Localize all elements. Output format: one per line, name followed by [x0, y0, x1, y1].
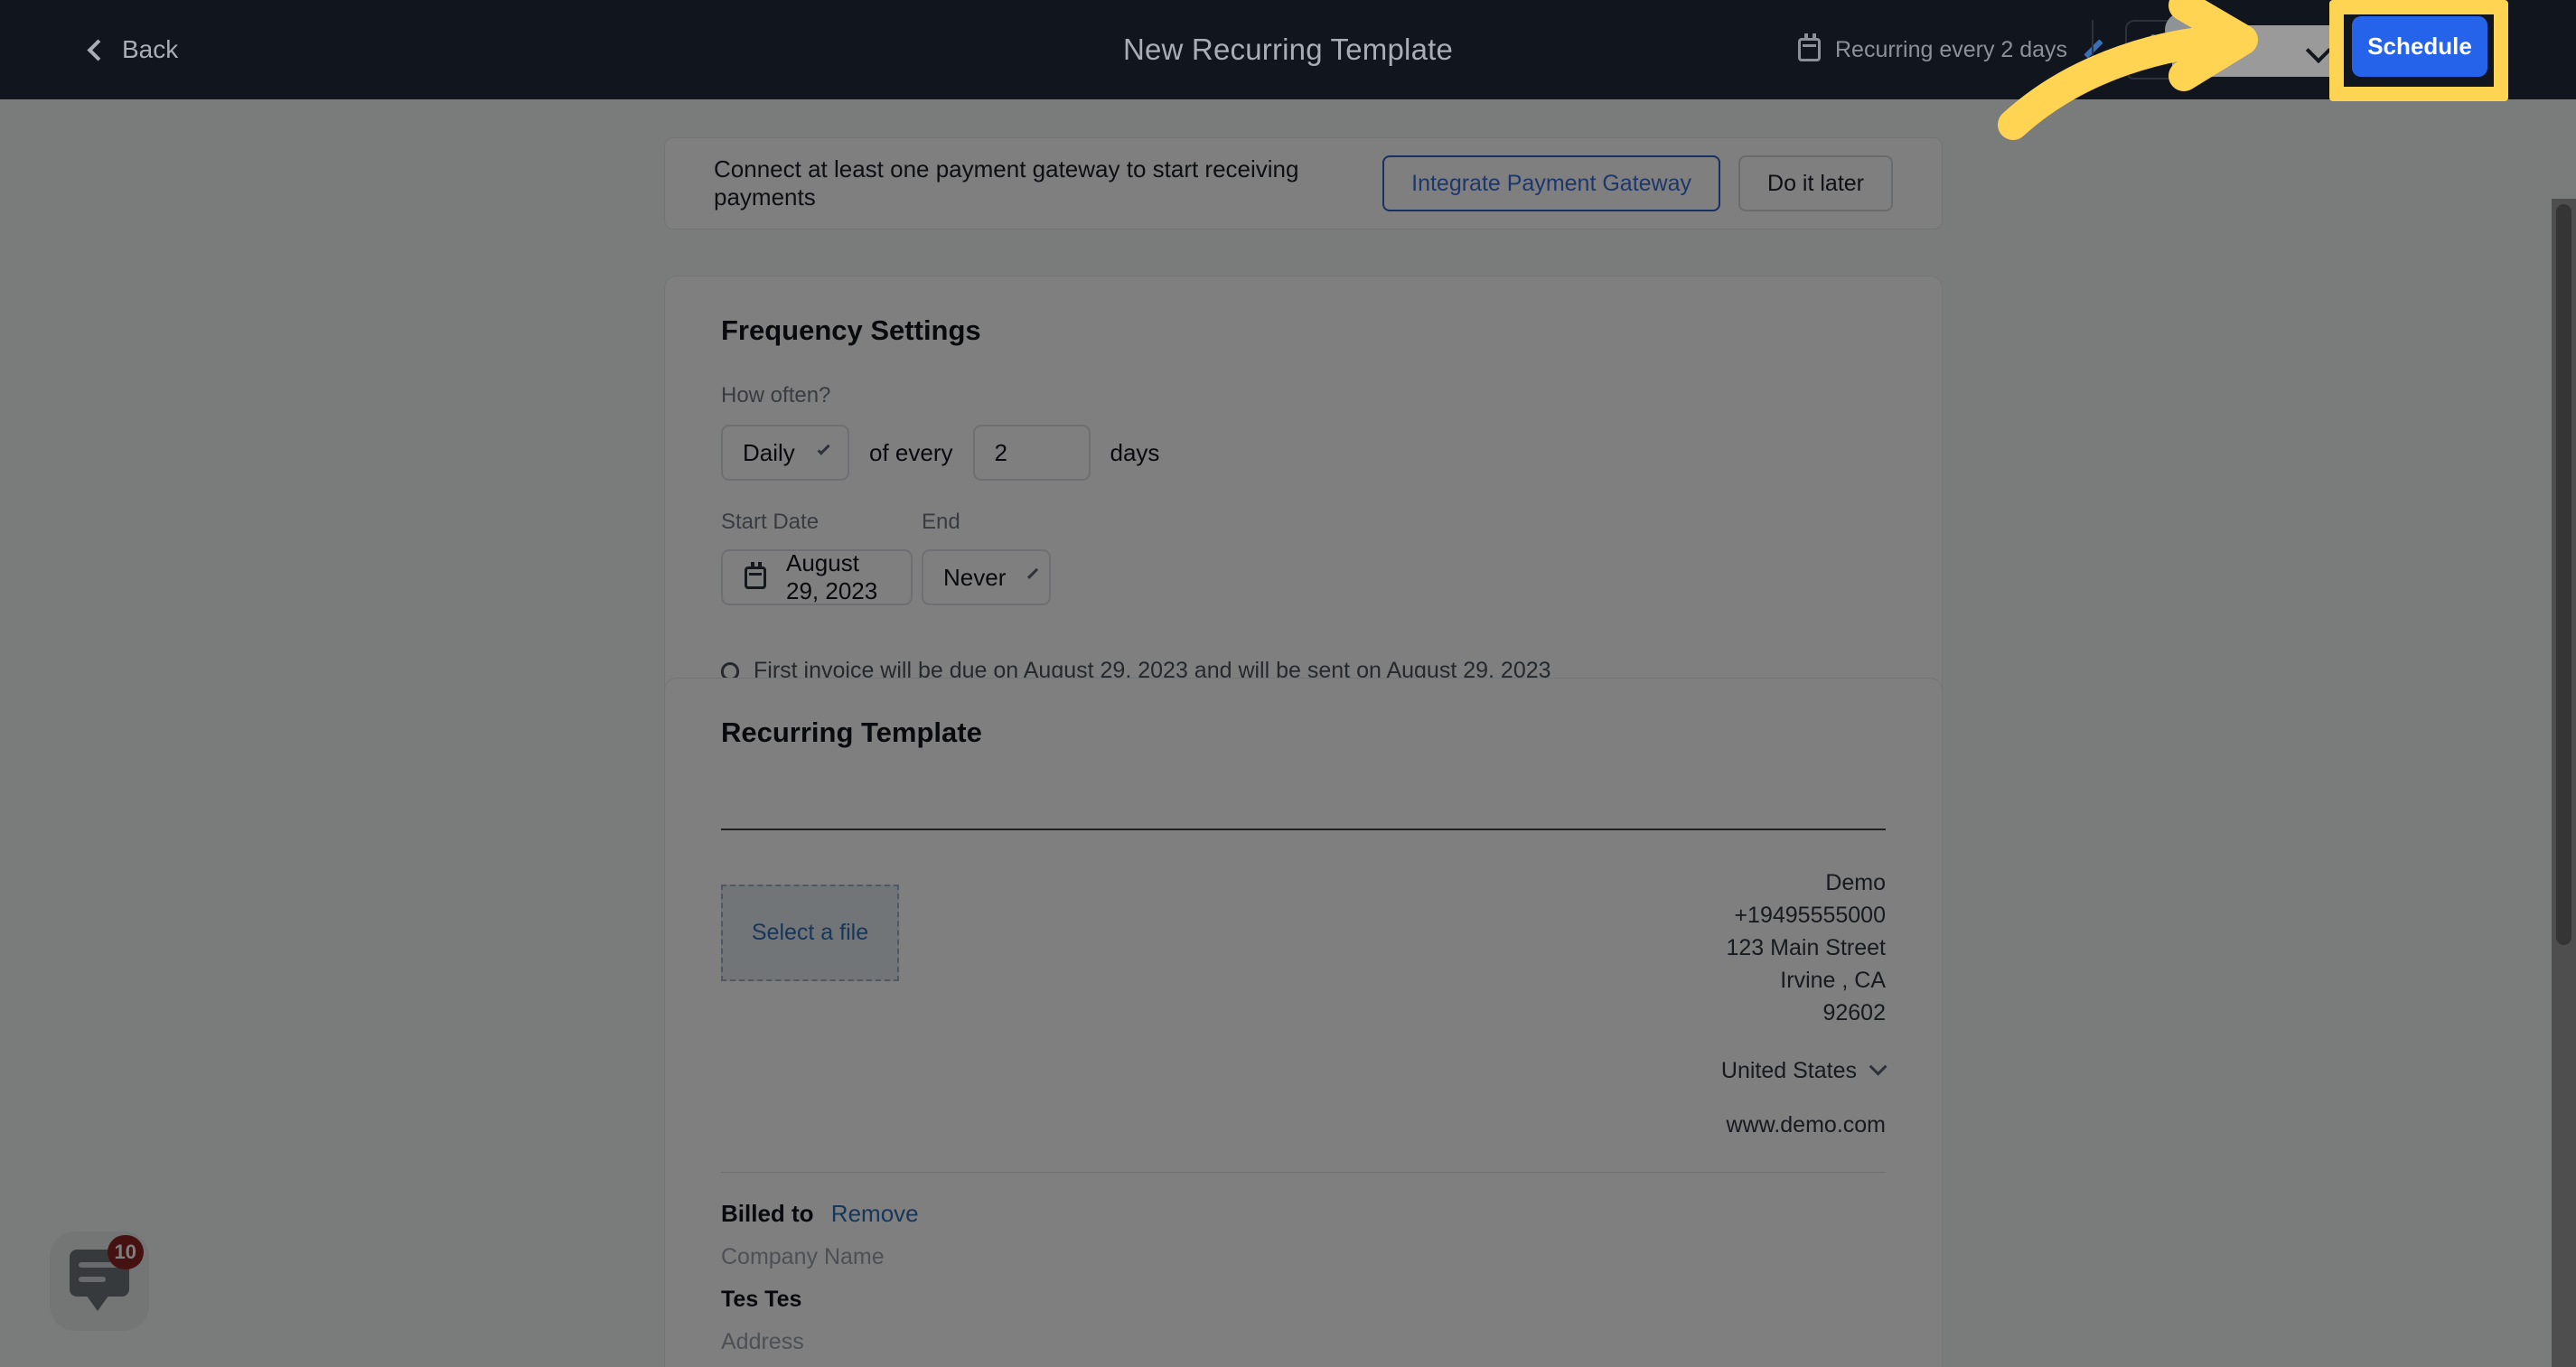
company-name-field[interactable]: Company Name: [721, 1244, 1886, 1270]
frequency-select-value: Daily: [743, 438, 795, 466]
interval-input[interactable]: 2: [972, 425, 1091, 481]
recurrence-label: Recurring every 2 days: [1835, 36, 2068, 62]
address-field[interactable]: Address: [721, 1329, 1886, 1355]
vertical-scrollbar-track[interactable]: [2552, 199, 2576, 1367]
end-select-value: Never: [943, 563, 1007, 591]
do-it-later-button[interactable]: Do it later: [1738, 155, 1893, 211]
banner-message: Connect at least one payment gateway to …: [714, 155, 1299, 211]
issuer-street[interactable]: 123 Main Street: [899, 932, 1887, 964]
date-controls-row: August 29, 2023 Never: [721, 549, 1886, 605]
chevron-down-icon: [1027, 567, 1039, 579]
issuer-country-select[interactable]: United States: [899, 1054, 1888, 1087]
mouse-cursor: [2165, 13, 2199, 47]
issuer-phone[interactable]: +19495555000: [899, 899, 1886, 932]
end-select[interactable]: Never: [922, 549, 1051, 605]
chevron-down-icon: [2305, 37, 2332, 64]
schedule-button[interactable]: Schedule: [2352, 16, 2487, 77]
issuer-website[interactable]: www.demo.com: [899, 1109, 1886, 1141]
start-date-picker[interactable]: August 29, 2023: [721, 549, 913, 605]
how-often-label: How often?: [721, 383, 831, 407]
more-vertical-icon: [2150, 60, 2156, 65]
app-page: Back New Recurring Template Recurring ev…: [0, 0, 2576, 1367]
chat-unread-badge: 10: [107, 1235, 144, 1269]
start-date-value: August 29, 2023: [786, 549, 878, 604]
remove-billed-to-link[interactable]: Remove: [831, 1200, 919, 1227]
end-label: End: [922, 510, 960, 534]
frequency-settings-title: Frequency Settings: [721, 314, 981, 346]
issuer-city-state[interactable]: Irvine , CA: [899, 964, 1886, 997]
issuer-country-value: United States: [1720, 1058, 1857, 1083]
template-header-block: Select a file Demo +19495555000 123 Main…: [721, 866, 1888, 1141]
chevron-down-icon: [817, 442, 830, 455]
recurring-template-card: Recurring Template Select a file Demo +1…: [664, 678, 1943, 1367]
chat-widget-button[interactable]: 10: [50, 1231, 149, 1331]
chat-line-icon: [79, 1277, 106, 1282]
issuer-details: Demo +19495555000 123 Main Street Irvine…: [899, 866, 1888, 1141]
billed-to-label: Billed to: [721, 1200, 814, 1227]
issuer-name[interactable]: Demo: [899, 866, 1886, 899]
calendar-icon: [1798, 33, 1821, 61]
unit-label: days: [1110, 438, 1160, 466]
date-labels-row: Start Date End: [721, 510, 1886, 535]
more-vertical-icon: [2150, 47, 2156, 52]
interval-input-value: 2: [994, 438, 1007, 466]
chevron-down-icon: [1869, 1057, 1888, 1076]
more-vertical-icon: [2150, 34, 2156, 40]
content-area: Connect at least one payment gateway to …: [0, 99, 2576, 1367]
payment-gateway-banner: Connect at least one payment gateway to …: [664, 137, 1943, 229]
billed-to-divider: [721, 1172, 1886, 1173]
calendar-icon: [745, 561, 766, 589]
top-app-bar: Back New Recurring Template Recurring ev…: [0, 0, 2576, 99]
template-divider: [721, 829, 1886, 830]
recurring-template-title: Recurring Template: [721, 716, 982, 748]
contact-name-field[interactable]: Tes Tes: [721, 1287, 1886, 1313]
of-every-label: of every: [869, 438, 953, 466]
start-date-label: Start Date: [721, 510, 820, 534]
select-a-file-label: Select a file: [751, 920, 869, 945]
frequency-select[interactable]: Daily: [721, 425, 849, 481]
issuer-zip[interactable]: 92602: [899, 997, 1886, 1029]
frequency-row: Daily of every 2 days: [721, 425, 1886, 481]
integrate-payment-gateway-button[interactable]: Integrate Payment Gateway: [1382, 155, 1721, 211]
toolbar-divider: [2092, 20, 2094, 80]
billed-to-heading: Billed to Remove: [721, 1200, 1886, 1228]
logo-upload-dropzone[interactable]: Select a file: [721, 885, 899, 981]
vertical-scrollbar-thumb[interactable]: [2556, 204, 2571, 945]
frequency-settings-card: Frequency Settings How often? Daily of e…: [664, 276, 1943, 735]
recurrence-summary[interactable]: Recurring every 2 days: [1798, 33, 2105, 63]
pencil-icon[interactable]: [2082, 38, 2105, 61]
